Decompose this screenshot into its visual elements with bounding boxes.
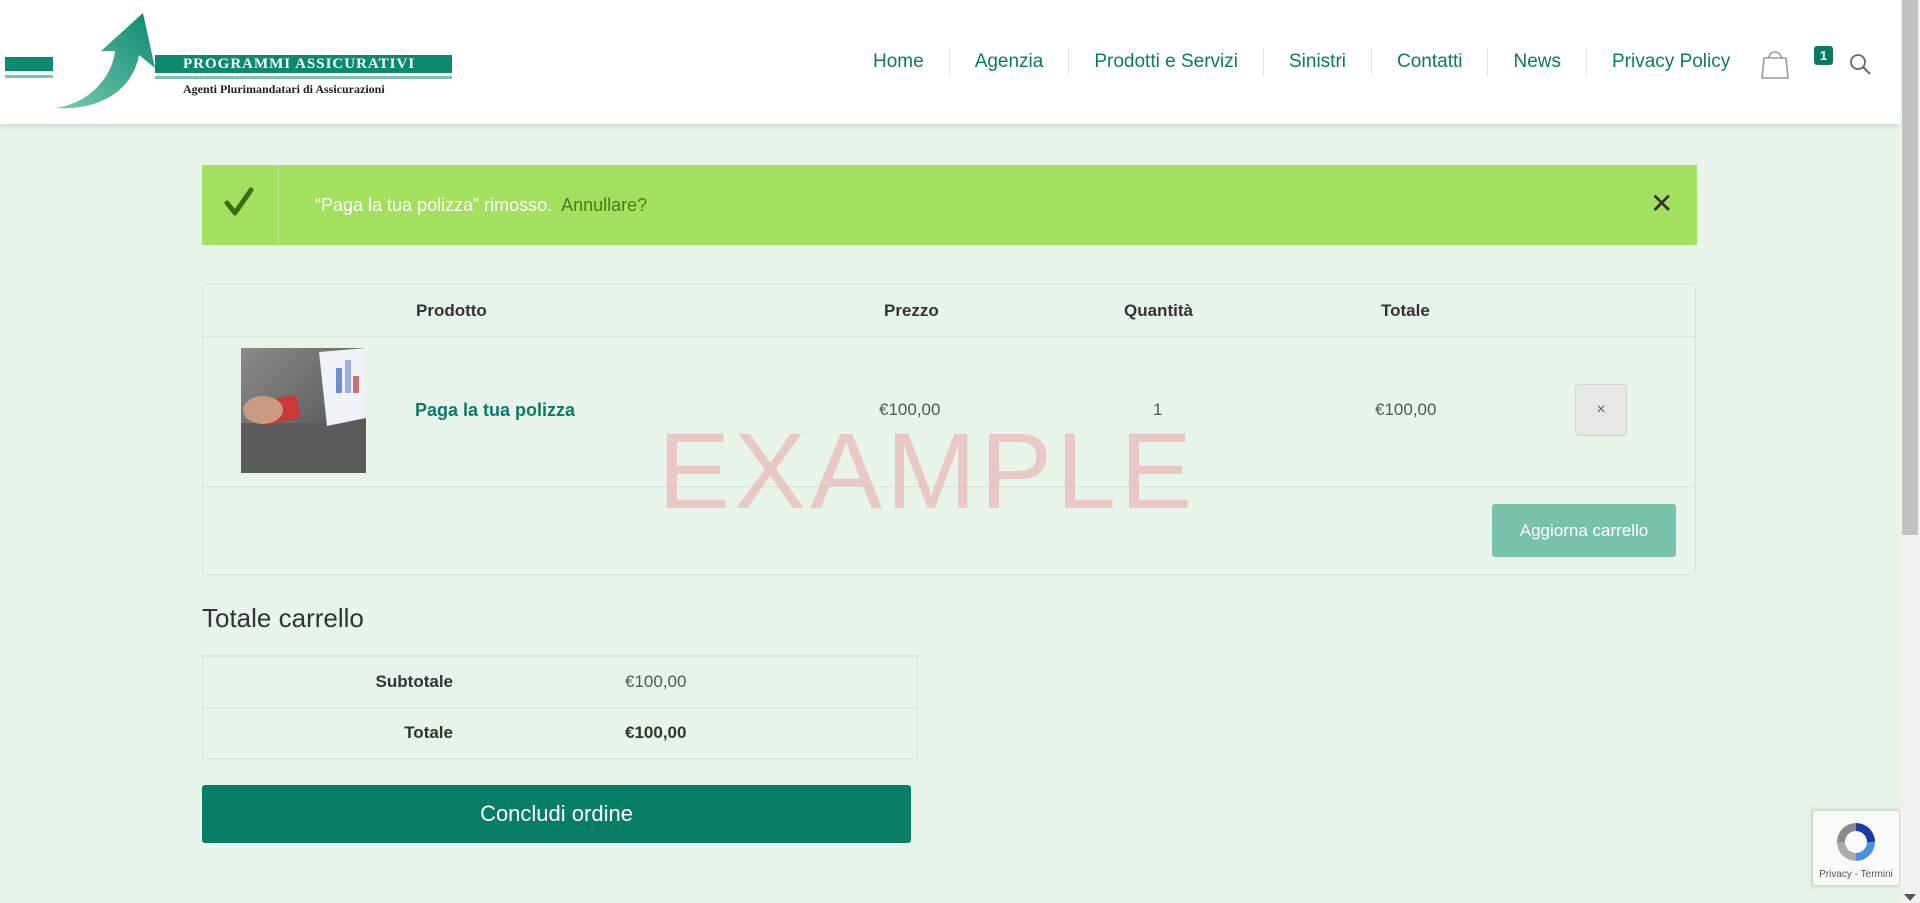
search-icon[interactable] xyxy=(1848,52,1872,76)
notice-message-line: “Paga la tua polizza” rimosso. Annullare… xyxy=(315,165,647,245)
notice-icon-area xyxy=(202,165,279,245)
product-thumbnail[interactable] xyxy=(241,348,366,473)
table-header-row: Prodotto Prezzo Quantità Totale xyxy=(203,285,1695,337)
logo-arrow-icon xyxy=(55,13,155,109)
nav-privacy-policy[interactable]: Privacy Policy xyxy=(1586,48,1755,76)
main-nav: Home Agenzia Prodotti e Servizi Sinistri… xyxy=(848,48,1755,76)
product-quantity[interactable]: 1 xyxy=(1153,336,1162,484)
logo-subtitle: Agenti Plurimandatari di Assicurazioni xyxy=(183,82,385,96)
cart-table: Prodotto Prezzo Quantità Totale Paga la … xyxy=(202,284,1696,575)
nav-news[interactable]: News xyxy=(1487,48,1586,76)
nav-agenzia[interactable]: Agenzia xyxy=(948,48,1069,76)
total-row: Totale €100,00 xyxy=(203,708,917,758)
total-label: Totale xyxy=(404,723,453,742)
recaptcha-icon xyxy=(1837,823,1875,861)
product-price: €100,00 xyxy=(879,400,941,419)
removed-notice: “Paga la tua polizza” rimosso. Annullare… xyxy=(202,165,1697,245)
cart-totals-title: Totale carrello xyxy=(202,603,364,633)
undo-link[interactable]: Annullare? xyxy=(561,195,647,215)
nav-sinistri[interactable]: Sinistri xyxy=(1262,48,1371,76)
logo-left-bar xyxy=(5,57,53,71)
logo-banner-stripe xyxy=(155,76,452,79)
site-logo[interactable]: PROGRAMMI ASSICURATIVI Agenti Plurimanda… xyxy=(5,13,455,113)
subtotal-row: Subtotale €100,00 xyxy=(203,657,917,708)
subtotal-value: €100,00 xyxy=(625,672,687,691)
recaptcha-badge[interactable]: Privacy - Termini xyxy=(1812,810,1900,886)
product-total: €100,00 xyxy=(1375,400,1437,419)
recaptcha-links[interactable]: Privacy - Termini xyxy=(1813,869,1899,880)
header-price: Prezzo xyxy=(884,301,939,320)
table-row: Paga la tua polizza €100,00 1 €100,00 × xyxy=(203,336,1695,487)
update-cart-button[interactable]: Aggiorna carrello xyxy=(1492,504,1676,557)
logo-banner: PROGRAMMI ASSICURATIVI xyxy=(155,55,452,73)
checkmark-icon xyxy=(224,187,254,216)
cart-count-badge[interactable]: 1 xyxy=(1814,46,1833,65)
checkout-button[interactable]: Concludi ordine xyxy=(202,785,911,843)
nav-contatti[interactable]: Contatti xyxy=(1371,48,1487,76)
header-total: Totale xyxy=(1381,301,1430,320)
scroll-down-arrow-icon[interactable] xyxy=(1904,894,1916,901)
close-icon[interactable]: ✕ xyxy=(1650,190,1673,218)
header-quantity: Quantità xyxy=(1124,301,1193,320)
notice-message: “Paga la tua polizza” rimosso. xyxy=(315,195,553,215)
nav-prodotti-servizi[interactable]: Prodotti e Servizi xyxy=(1068,48,1263,76)
subtotal-label: Subtotale xyxy=(375,672,453,691)
header-product: Prodotto xyxy=(416,301,487,320)
scrollbar-thumb[interactable] xyxy=(1902,0,1918,535)
page-scrollbar[interactable] xyxy=(1900,0,1920,903)
product-link[interactable]: Paga la tua polizza xyxy=(415,336,575,484)
nav-home[interactable]: Home xyxy=(848,48,949,76)
cart-totals-table: Subtotale €100,00 Totale €100,00 xyxy=(202,655,918,759)
site-header: PROGRAMMI ASSICURATIVI Agenti Plurimanda… xyxy=(0,0,1900,124)
remove-item-button[interactable]: × xyxy=(1575,384,1627,436)
logo-left-stripe xyxy=(5,75,53,78)
total-value: €100,00 xyxy=(625,723,687,742)
cart-icon[interactable] xyxy=(1758,46,1792,80)
